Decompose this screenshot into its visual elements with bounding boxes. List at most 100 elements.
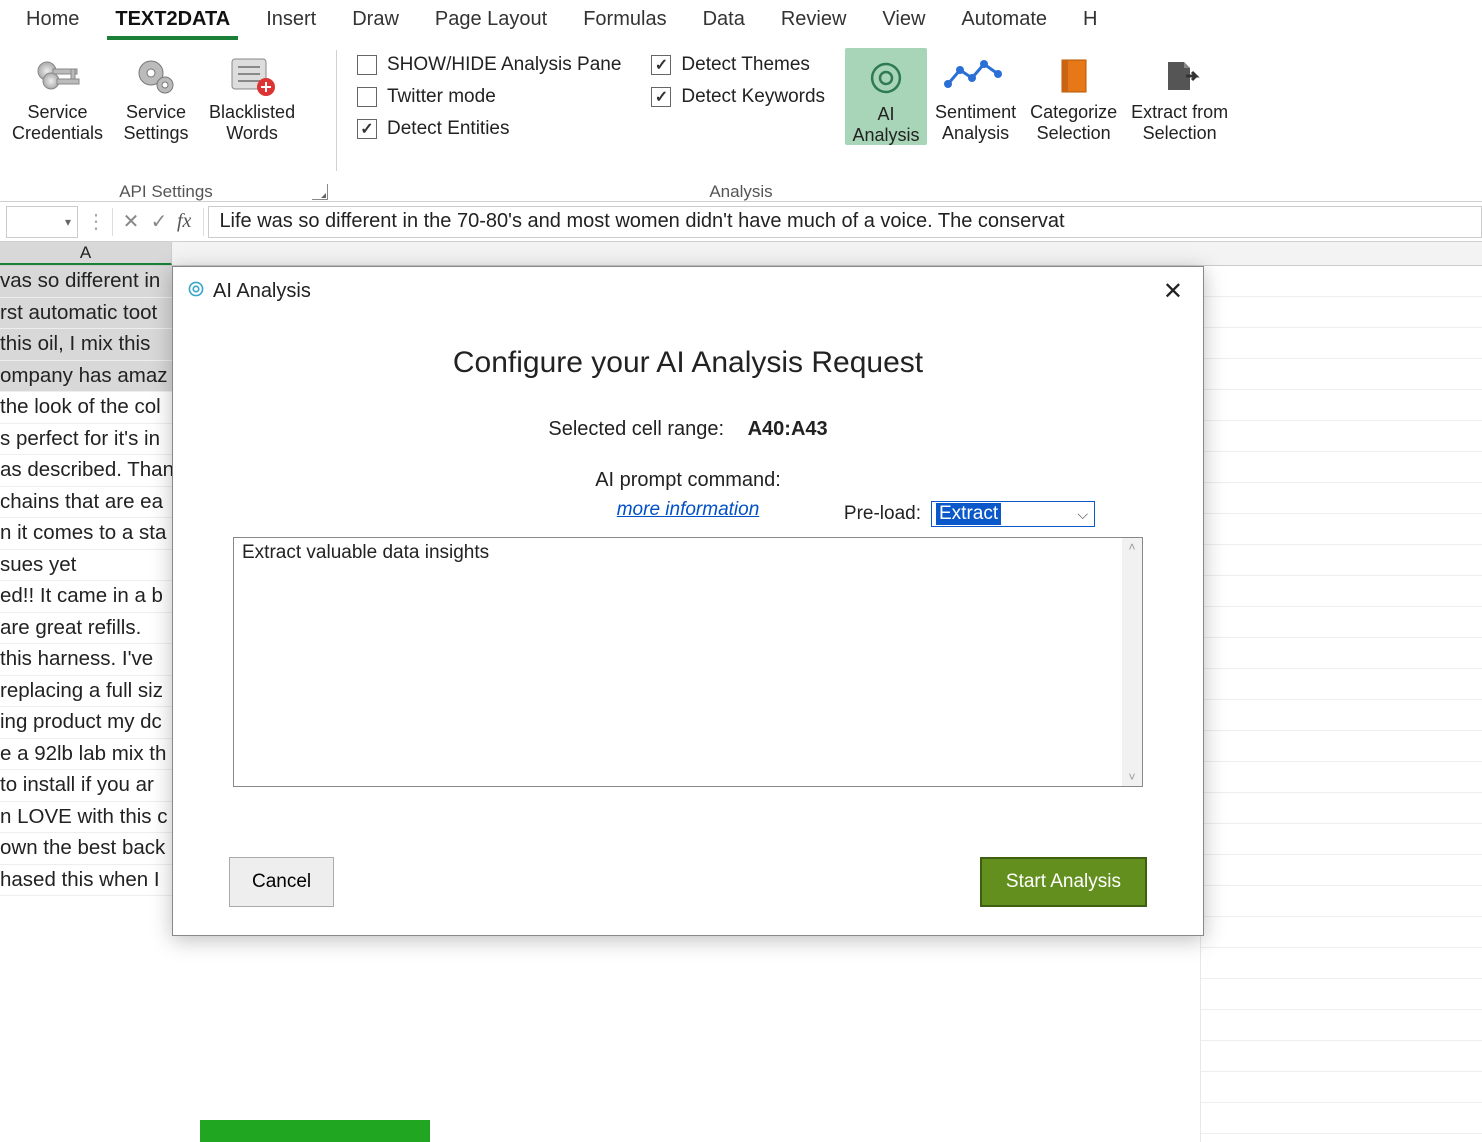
checkbox-icon <box>357 55 377 75</box>
range-label: Selected cell range: <box>548 418 724 440</box>
cell[interactable]: this oil, I mix this <box>0 329 172 360</box>
more-information-link[interactable]: more information <box>617 499 760 520</box>
checkbox-twitter-mode[interactable]: Twitter mode <box>357 86 621 108</box>
ribbon-body: Service Credentials Service Settings <box>0 40 1482 202</box>
dialog-heading: Configure your AI Analysis Request <box>223 346 1153 380</box>
preload-combobox[interactable]: Extract <box>931 501 1095 527</box>
formula-input[interactable]: Life was so different in the 70-80's and… <box>208 206 1482 238</box>
fb-handle-icon[interactable]: ⋮ <box>84 209 108 234</box>
sentiment-analysis-label: Sentiment Analysis <box>935 102 1016 143</box>
service-settings-label: Service Settings <box>124 102 189 143</box>
checkbox-checked-icon: ✓ <box>651 55 671 75</box>
blacklisted-words-button[interactable]: Blacklisted Words <box>203 48 301 143</box>
tab-view[interactable]: View <box>864 2 943 37</box>
extract-from-selection-button[interactable]: Extract from Selection <box>1125 48 1234 143</box>
checkbox-label: Detect Themes <box>681 54 809 76</box>
checkbox-checked-icon: ✓ <box>357 119 377 139</box>
preload-label: Pre-load: <box>844 503 921 525</box>
prompt-label: AI prompt command: <box>595 469 781 491</box>
trend-line-icon <box>944 52 1008 100</box>
ai-analysis-dialog: AI Analysis ✕ Configure your AI Analysis… <box>172 266 1204 936</box>
service-settings-button[interactable]: Service Settings <box>111 48 201 143</box>
name-box[interactable] <box>6 206 78 238</box>
ribbon-tabs: Home TEXT2DATA Insert Draw Page Layout F… <box>0 0 1482 40</box>
checkbox-detect-entities[interactable]: ✓ Detect Entities <box>357 118 621 140</box>
cell[interactable]: ing product my dc <box>0 707 172 738</box>
tab-h-cut[interactable]: H <box>1065 2 1115 37</box>
extract-from-selection-label: Extract from Selection <box>1131 102 1228 143</box>
checkbox-label: Detect Entities <box>387 118 510 140</box>
formula-bar: ⋮ ✕ ✓ fx Life was so different in the 70… <box>0 202 1482 242</box>
tab-automate[interactable]: Automate <box>943 2 1065 37</box>
service-credentials-button[interactable]: Service Credentials <box>6 48 109 143</box>
cell[interactable]: s perfect for it's in <box>0 424 172 455</box>
checkbox-detect-themes[interactable]: ✓ Detect Themes <box>651 54 825 76</box>
cancel-button[interactable]: Cancel <box>229 857 334 907</box>
cell[interactable]: rst automatic toot <box>0 298 172 329</box>
cell[interactable]: own the best back <box>0 833 172 864</box>
tab-formulas[interactable]: Formulas <box>565 2 684 37</box>
group-api-settings-label: API Settings <box>0 182 332 202</box>
api-settings-dialog-launcher[interactable] <box>312 184 328 200</box>
ai-analysis-button[interactable]: AI Analysis <box>845 48 927 145</box>
gear-icon <box>133 52 179 100</box>
enter-formula-icon[interactable]: ✓ <box>145 209 173 234</box>
cell[interactable]: n LOVE with this c <box>0 802 172 833</box>
cell[interactable]: n it comes to a sta <box>0 518 172 549</box>
start-analysis-button[interactable]: Start Analysis <box>980 857 1147 907</box>
cell[interactable]: replacing a full siz <box>0 676 172 707</box>
openai-icon <box>185 278 207 306</box>
cell[interactable]: ed!! It came in a b <box>0 581 172 612</box>
cell[interactable]: as described. Than <box>0 455 172 486</box>
cell[interactable]: hased this when I <box>0 865 172 896</box>
cell[interactable]: to install if you ar <box>0 770 172 801</box>
cell[interactable]: chains that are ea <box>0 487 172 518</box>
scroll-up-icon[interactable]: ˄ <box>1128 540 1135 554</box>
dialog-title: AI Analysis <box>213 280 311 303</box>
ai-analysis-label: AI Analysis <box>853 104 920 145</box>
close-icon[interactable]: ✕ <box>1155 275 1191 308</box>
sheet-tab-strip[interactable] <box>200 1120 430 1142</box>
group-api-settings: Service Credentials Service Settings <box>0 44 332 204</box>
tab-pagelayout[interactable]: Page Layout <box>417 2 565 37</box>
sentiment-analysis-button[interactable]: Sentiment Analysis <box>929 48 1022 143</box>
categorize-selection-button[interactable]: Categorize Selection <box>1024 48 1123 143</box>
cell[interactable]: sues yet <box>0 550 172 581</box>
checkbox-detect-keywords[interactable]: ✓ Detect Keywords <box>651 86 825 108</box>
tab-text2data[interactable]: TEXT2DATA <box>97 2 248 37</box>
tab-home[interactable]: Home <box>8 2 97 37</box>
group-separator <box>336 50 337 171</box>
scroll-down-icon[interactable]: ˅ <box>1128 770 1135 784</box>
cancel-formula-icon[interactable]: ✕ <box>117 209 145 234</box>
service-credentials-label: Service Credentials <box>12 102 103 143</box>
list-add-icon <box>228 52 276 100</box>
checkbox-show-hide-pane[interactable]: SHOW/HIDE Analysis Pane <box>357 54 621 76</box>
cell[interactable]: ompany has amaz <box>0 361 172 392</box>
cell[interactable]: the look of the col <box>0 392 172 423</box>
prompt-text: Extract valuable data insights <box>242 542 489 563</box>
range-value: A40:A43 <box>748 418 828 440</box>
grid-background <box>1200 266 1482 1142</box>
checkbox-label: SHOW/HIDE Analysis Pane <box>387 54 621 76</box>
checkbox-icon <box>357 87 377 107</box>
tab-insert[interactable]: Insert <box>248 2 334 37</box>
scrollbar[interactable]: ˄ ˅ <box>1122 538 1142 786</box>
cell[interactable]: are great refills. <box>0 613 172 644</box>
openai-icon <box>866 54 906 102</box>
blacklisted-words-label: Blacklisted Words <box>209 102 295 143</box>
checkbox-label: Detect Keywords <box>681 86 825 108</box>
tab-data[interactable]: Data <box>685 2 763 37</box>
cell[interactable]: e a 92lb lab mix th <box>0 739 172 770</box>
cell[interactable]: this harness. I've <box>0 644 172 675</box>
cell[interactable]: vas so different in <box>0 266 172 297</box>
export-icon <box>1160 52 1200 100</box>
fx-icon[interactable]: fx <box>173 210 199 233</box>
tab-draw[interactable]: Draw <box>334 2 417 37</box>
formula-text: Life was so different in the 70-80's and… <box>219 210 1064 233</box>
column-header-A[interactable]: A <box>0 242 172 265</box>
tab-review[interactable]: Review <box>763 2 865 37</box>
group-analysis: SHOW/HIDE Analysis Pane Twitter mode ✓ D… <box>341 44 1482 204</box>
group-analysis-label: Analysis <box>641 182 841 202</box>
checkbox-label: Twitter mode <box>387 86 496 108</box>
prompt-textarea[interactable]: Extract valuable data insights ˄ ˅ <box>233 537 1143 787</box>
